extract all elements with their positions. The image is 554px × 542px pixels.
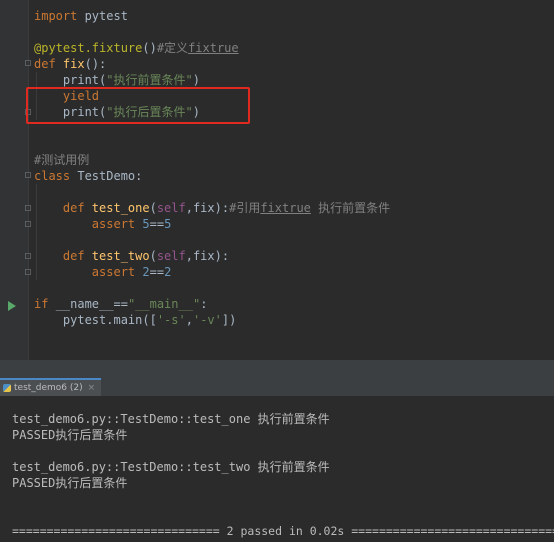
code-token: print( — [34, 73, 107, 87]
code-token: class — [34, 169, 78, 183]
run-tab[interactable]: test_demo6 (2) × — [0, 378, 102, 396]
code-line-3[interactable]: @pytest.fixture()#定义fixtrue — [34, 40, 239, 56]
code-comment: fixtrue — [260, 201, 311, 215]
code-token: ]) — [221, 313, 237, 327]
code-comment: #测试用例 — [34, 153, 90, 167]
fold-marker-icon[interactable] — [25, 269, 31, 275]
code-token: == — [149, 217, 165, 231]
code-token: test_two — [91, 249, 150, 263]
code-comment: 执行前置条件 — [310, 201, 391, 215]
code-number: 2 — [142, 265, 150, 279]
code-line-5[interactable]: print("执行前置条件") — [34, 72, 200, 88]
code-token: () — [142, 41, 157, 55]
code-token: __name__== — [55, 297, 128, 311]
code-token: def — [34, 201, 92, 215]
code-token: def — [34, 57, 63, 71]
code-line-19[interactable]: if __name__=="__main__": — [34, 296, 207, 312]
code-line-1[interactable]: import pytest — [34, 8, 128, 24]
code-line-14[interactable]: assert 5==5 — [34, 216, 172, 232]
close-icon[interactable]: × — [88, 383, 96, 393]
code-token: fix — [62, 57, 85, 71]
code-token: == — [149, 265, 165, 279]
code-token: self — [156, 201, 186, 215]
code-token: pytest — [77, 9, 128, 23]
code-token: @pytest.fixture — [34, 41, 143, 55]
code-number: 5 — [142, 217, 150, 231]
fold-marker-icon[interactable] — [25, 221, 31, 227]
test-summary: ============================== 2 passed … — [12, 524, 554, 538]
code-token: ,fix): — [185, 249, 230, 263]
console-line: test_demo6.py::TestDemo::test_one 执行前置条件 — [12, 412, 330, 426]
code-token: def — [34, 249, 92, 263]
fold-marker-icon[interactable] — [25, 60, 31, 66]
fold-marker-icon[interactable] — [25, 253, 31, 259]
code-comment: #定义 — [156, 41, 189, 55]
code-token: ( — [149, 249, 157, 263]
code-line-16[interactable]: def test_two(self,fix): — [34, 248, 229, 264]
code-token: ) — [192, 73, 200, 87]
code-comment: fixtrue — [188, 41, 239, 55]
code-token: TestDemo: — [77, 169, 143, 183]
code-line-10[interactable]: #测试用例 — [34, 152, 89, 168]
code-token: assert — [34, 217, 143, 231]
code-token: (): — [84, 57, 107, 71]
code-token: , — [185, 313, 193, 327]
console-line: test_demo6.py::TestDemo::test_two 执行前置条件 — [12, 460, 330, 474]
code-token: import — [34, 9, 78, 23]
fold-marker-icon[interactable] — [25, 172, 31, 178]
code-line-11[interactable]: class TestDemo: — [34, 168, 142, 184]
code-token: if — [34, 297, 56, 311]
run-gutter-icon[interactable] — [8, 301, 16, 311]
console-line: PASSED执行后置条件 — [12, 476, 128, 490]
fold-marker-icon[interactable] — [25, 205, 31, 211]
code-line-13[interactable]: def test_one(self,fix):#引用fixtrue 执行前置条件 — [34, 200, 390, 216]
code-token: : — [200, 297, 208, 311]
code-line-17[interactable]: assert 2==2 — [34, 264, 172, 280]
console-output[interactable]: test_demo6.py::TestDemo::test_one 执行前置条件… — [0, 396, 554, 542]
code-comment: #引用 — [229, 201, 261, 215]
code-number: 2 — [164, 265, 172, 279]
python-file-icon — [3, 384, 11, 392]
run-tab-label: test_demo6 (2) — [14, 383, 83, 393]
code-string: '-v' — [192, 313, 222, 327]
code-token: test_one — [91, 201, 150, 215]
console-line: PASSED执行后置条件 — [12, 428, 128, 442]
code-line-4[interactable]: def fix(): — [34, 56, 106, 72]
code-token: pytest.main([ — [34, 313, 157, 327]
code-token: ( — [149, 201, 157, 215]
code-line-20[interactable]: pytest.main(['-s','-v']) — [34, 312, 236, 328]
code-string: "__main__" — [127, 297, 201, 311]
red-highlight-box — [26, 87, 250, 124]
code-editor[interactable]: import pytest @pytest.fixture()#定义fixtru… — [0, 0, 554, 360]
run-panel-header — [0, 360, 554, 379]
code-token: self — [156, 249, 186, 263]
code-token: assert — [34, 265, 143, 279]
code-number: 5 — [164, 217, 172, 231]
code-string: '-s' — [156, 313, 186, 327]
code-token: ,fix): — [185, 201, 230, 215]
code-string: "执行前置条件" — [106, 73, 193, 87]
